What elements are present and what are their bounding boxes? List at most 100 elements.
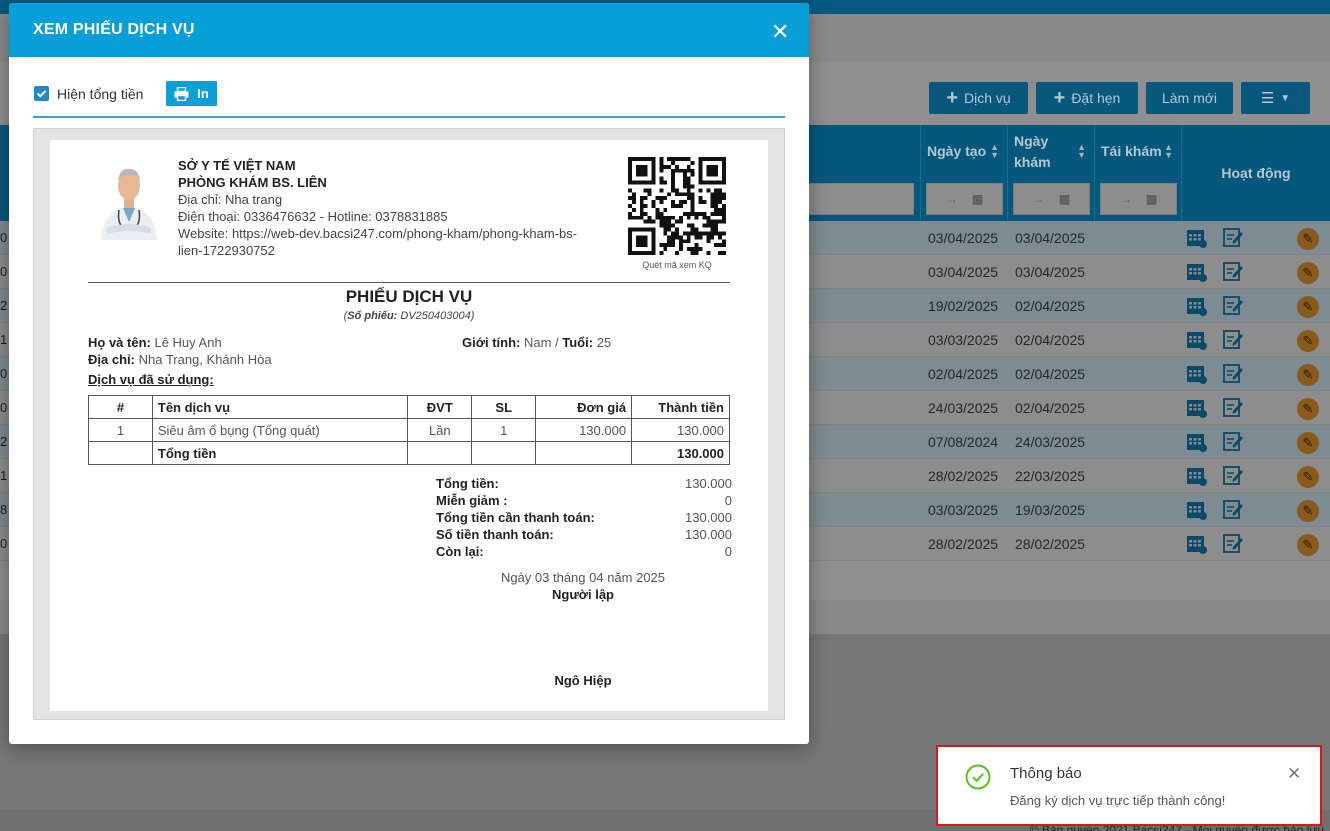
org-name: SỞ Y TẾ VIỆT NAM: [178, 158, 296, 173]
print-preview: SỞ Y TẾ VIỆT NAM PHÒNG KHÁM BS. LIÊN Địa…: [33, 128, 785, 720]
exam-date-cell: 02/04/2025: [1015, 298, 1086, 314]
created-date-cell: 03/04/2025: [928, 264, 999, 280]
qr-caption: Quét mã xem KQ: [642, 260, 712, 270]
calendar-icon[interactable]: [1186, 261, 1208, 283]
created-date-cell: 07/08/2024: [928, 434, 999, 450]
pencil-icon[interactable]: ✎: [1297, 262, 1319, 284]
row-partial-cell: 2: [0, 298, 8, 313]
edit-document-icon[interactable]: [1222, 532, 1244, 554]
created-date-cell: 03/04/2025: [928, 230, 999, 246]
edit-document-icon[interactable]: [1222, 498, 1244, 520]
close-icon[interactable]: ✕: [1287, 765, 1301, 783]
col-service-name: Tên dịch vụ: [151, 395, 409, 419]
printer-icon: [174, 86, 189, 101]
column-header-exam-date[interactable]: Ngày khám ▲ ▼ → ▦: [1007, 125, 1094, 221]
doctor-avatar: [97, 158, 161, 240]
qr-code: [628, 157, 726, 255]
edit-document-icon[interactable]: [1222, 362, 1244, 384]
exam-date-filter[interactable]: → ▦: [1013, 183, 1090, 215]
column-toggle-button[interactable]: ☰ ▼: [1241, 82, 1310, 114]
filter-input[interactable]: [800, 183, 914, 215]
pencil-icon[interactable]: ✎: [1297, 466, 1319, 488]
document-title: PHIẾU DỊCH VỤ: [345, 287, 473, 306]
calendar-icon[interactable]: [1186, 397, 1208, 419]
pencil-icon[interactable]: ✎: [1297, 296, 1319, 318]
created-date-cell: 19/02/2025: [928, 298, 999, 314]
row-partial-cell: 1: [0, 468, 8, 483]
edit-document-icon[interactable]: [1222, 294, 1244, 316]
document-number: (Số phiếu: DV250403004): [343, 310, 475, 322]
column-header-created-date[interactable]: Ngày tạo ▲ ▼ → ▦: [920, 125, 1007, 221]
row-partial-cell: 0: [0, 264, 8, 279]
issue-date: Ngày 03 tháng 04 năm 2025: [500, 570, 666, 585]
sort-icon: ▲ ▼: [1077, 142, 1086, 160]
clinic-address: Địa chỉ: Nha trang: [178, 192, 283, 207]
add-service-button[interactable]: + Dịch vụ: [929, 82, 1028, 114]
signer-title: Người lập: [552, 587, 614, 602]
revisit-filter[interactable]: → ▦: [1100, 183, 1177, 215]
add-appointment-button[interactable]: + Đặt hẹn: [1036, 82, 1138, 114]
divider: [88, 282, 730, 283]
print-button[interactable]: In: [166, 81, 217, 106]
toast-message: Đăng ký dịch vụ trực tiếp thành công!: [1010, 793, 1226, 808]
exam-date-cell: 02/04/2025: [1015, 400, 1086, 416]
refresh-button[interactable]: Làm mới: [1146, 82, 1233, 114]
pencil-icon[interactable]: ✎: [1297, 500, 1319, 522]
calendar-icon[interactable]: [1186, 533, 1208, 555]
service-slip-modal: XEM PHIẾU DỊCH VỤ ✕ Hiện tổng tiền In SỞ…: [9, 3, 809, 744]
created-date-cell: 03/03/2025: [928, 502, 999, 518]
patient-gender-age: Giới tính: Nam / Tuổi: 25: [462, 335, 612, 350]
created-date-cell: 24/03/2025: [928, 400, 999, 416]
created-date-filter[interactable]: → ▦: [926, 183, 1003, 215]
exam-date-cell: 03/04/2025: [1015, 230, 1086, 246]
signer-name: Ngô Hiệp: [554, 673, 612, 688]
col-unit: ĐVT: [407, 395, 473, 419]
calendar-icon[interactable]: [1186, 227, 1208, 249]
calendar-icon[interactable]: [1186, 329, 1208, 351]
service-slip-document: SỞ Y TẾ VIỆT NAM PHÒNG KHÁM BS. LIÊN Địa…: [50, 140, 768, 711]
check-circle-icon: [965, 764, 991, 790]
calendar-icon[interactable]: [1186, 499, 1208, 521]
sort-icon: ▲ ▼: [990, 142, 999, 160]
edit-document-icon[interactable]: [1222, 464, 1244, 486]
row-partial-cell: 0: [0, 400, 8, 415]
pencil-icon[interactable]: ✎: [1297, 364, 1319, 386]
calendar-icon[interactable]: [1186, 465, 1208, 487]
services-title: Dịch vụ đã sử dụng:: [88, 372, 214, 387]
calendar-icon[interactable]: [1186, 295, 1208, 317]
pencil-icon[interactable]: ✎: [1297, 432, 1319, 454]
calendar-icon: ▦: [971, 192, 984, 206]
edit-document-icon[interactable]: [1222, 260, 1244, 282]
notification-toast: Thông báo Đăng ký dịch vụ trực tiếp thàn…: [936, 745, 1322, 826]
edit-document-icon[interactable]: [1222, 430, 1244, 452]
clinic-name: PHÒNG KHÁM BS. LIÊN: [178, 175, 327, 190]
show-total-checkbox[interactable]: [34, 86, 49, 101]
table-row: 1 Siêu âm ổ bụng (Tổng quát) Lần 1 130.0…: [88, 418, 730, 442]
modal-title: XEM PHIẾU DỊCH VỤ: [33, 21, 195, 38]
col-quantity: SL: [471, 395, 537, 419]
row-partial-cell: 1: [0, 332, 8, 347]
row-partial-cell: 2: [0, 434, 8, 449]
patient-name: Họ và tên: Lê Huy Anh: [88, 335, 222, 350]
created-date-cell: 28/02/2025: [928, 536, 999, 552]
close-icon[interactable]: ✕: [771, 21, 789, 43]
calendar-icon[interactable]: [1186, 363, 1208, 385]
created-date-cell: 02/04/2025: [928, 366, 999, 382]
pencil-icon[interactable]: ✎: [1297, 398, 1319, 420]
edit-document-icon[interactable]: [1222, 328, 1244, 350]
sort-icon: ▲ ▼: [1164, 142, 1173, 160]
plus-icon: +: [946, 87, 958, 109]
table-total-row: Tổng tiền 130.000: [88, 441, 730, 465]
pencil-icon[interactable]: ✎: [1297, 228, 1319, 250]
toast-title: Thông báo: [1010, 765, 1082, 782]
pencil-icon[interactable]: ✎: [1297, 534, 1319, 556]
edit-document-icon[interactable]: [1222, 396, 1244, 418]
calendar-icon[interactable]: [1186, 431, 1208, 453]
pencil-icon[interactable]: ✎: [1297, 330, 1319, 352]
created-date-cell: 03/03/2025: [928, 332, 999, 348]
edit-document-icon[interactable]: [1222, 226, 1244, 248]
plus-icon: +: [1053, 87, 1066, 109]
col-index: #: [88, 395, 153, 419]
column-header-revisit[interactable]: Tái khám ▲ ▼ → ▦: [1094, 125, 1181, 221]
column-header-actions: Hoạt động: [1181, 125, 1330, 221]
